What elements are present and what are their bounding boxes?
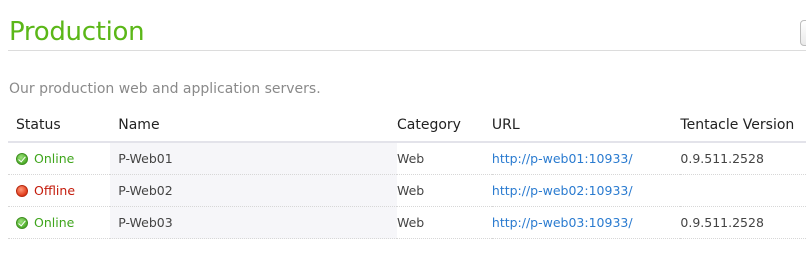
column-header-category[interactable]: Category [396, 109, 492, 143]
machine-name[interactable]: P-Web03 [110, 206, 397, 239]
check-circle-icon [16, 153, 28, 165]
status-cell: Online [8, 206, 111, 239]
action-button[interactable] [800, 20, 806, 46]
column-header-status[interactable]: Status [8, 109, 111, 143]
machine-url-link[interactable]: http://p-web01:10933/ [492, 151, 633, 166]
tentacle-version-cell: 0.9.511.2528 [680, 206, 806, 239]
column-header-name[interactable]: Name [110, 109, 397, 143]
status-cell: Online [8, 142, 111, 175]
category-cell: Web [396, 142, 492, 175]
url-cell: http://p-web03:10933/ [491, 206, 681, 239]
tentacle-version-cell: 0.9.511.2528 [680, 142, 806, 175]
table-row[interactable]: Online P-Web01 Web http://p-web01:10933/… [8, 142, 806, 175]
status-label: Online [34, 151, 75, 166]
table-row[interactable]: Online P-Web03 Web http://p-web03:10933/… [8, 206, 806, 239]
page-subtitle: Our production web and application serve… [9, 81, 321, 97]
machine-url-link[interactable]: http://p-web02:10933/ [492, 183, 633, 198]
column-header-url[interactable]: URL [491, 109, 681, 143]
machine-name[interactable]: P-Web02 [110, 174, 397, 207]
column-header-tentacle-version[interactable]: Tentacle Version [680, 109, 806, 143]
servers-table: Status Name Category URL Tentacle Versio… [8, 109, 806, 239]
url-cell: http://p-web01:10933/ [491, 142, 681, 175]
category-cell: Web [396, 206, 492, 239]
tentacle-version-cell [680, 174, 806, 207]
red-circle-icon [16, 185, 28, 197]
page-title: Production [9, 17, 145, 47]
status-cell: Offline [8, 174, 111, 207]
machine-url-link[interactable]: http://p-web03:10933/ [492, 215, 633, 230]
title-divider [8, 50, 806, 51]
environment-page: Production Our production web and applic… [0, 0, 806, 253]
status-label: Online [34, 215, 75, 230]
table-row[interactable]: Offline P-Web02 Web http://p-web02:10933… [8, 174, 806, 207]
check-circle-icon [16, 217, 28, 229]
table-header-row: Status Name Category URL Tentacle Versio… [8, 109, 806, 143]
status-label: Offline [34, 183, 76, 198]
category-cell: Web [396, 174, 492, 207]
url-cell: http://p-web02:10933/ [491, 174, 681, 207]
machine-name[interactable]: P-Web01 [110, 142, 397, 175]
